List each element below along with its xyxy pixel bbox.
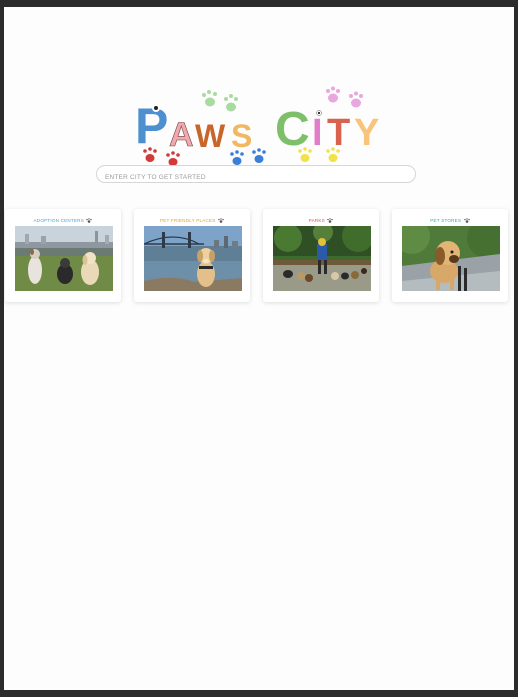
pet-stores-image: [402, 226, 500, 291]
card-title-text: PET FRIENDLY PLACES: [159, 218, 216, 223]
paw-icon: [327, 218, 334, 224]
green-paw-icon: [202, 90, 238, 112]
svg-text:I: I: [312, 112, 323, 154]
svg-text:P: P: [135, 98, 168, 154]
card-pet-stores[interactable]: PET STORES: [392, 209, 508, 302]
paws-city-logo: P A W S C I T Y: [132, 85, 392, 173]
card-title-parks: PARKS: [263, 218, 379, 224]
card-title-text: PET STORES: [430, 218, 462, 223]
adoption-centers-image: [15, 226, 113, 291]
card-title-text: ADOPTION CENTERS: [33, 218, 84, 223]
card-title-adoption-centers: ADOPTION CENTERS: [5, 218, 121, 224]
paw-icon: [218, 218, 224, 224]
card-title-text: PARKS: [308, 218, 325, 223]
card-adoption-centers[interactable]: ADOPTION CENTERS: [5, 209, 121, 302]
card-parks[interactable]: PARKS: [263, 209, 379, 302]
svg-text:T: T: [327, 112, 350, 154]
card-title-pet-friendly-places: PET FRIENDLY PLACES: [134, 218, 250, 224]
svg-text:S: S: [231, 118, 252, 154]
page-background: P A W S C I T Y ENTER CITY TO GET STARTE…: [4, 7, 514, 690]
card-pet-friendly-places[interactable]: PET FRIENDLY PLACES: [134, 209, 250, 302]
card-title-pet-stores: PET STORES: [392, 218, 508, 224]
svg-text:A: A: [169, 116, 194, 154]
svg-text:Y: Y: [354, 112, 379, 154]
paw-icon: [464, 218, 470, 224]
parks-image: [273, 226, 371, 291]
svg-text:W: W: [195, 118, 226, 154]
paw-icon: [86, 218, 93, 224]
pink-paw-icon: [326, 86, 363, 108]
city-search-input[interactable]: [97, 169, 415, 186]
city-search-box[interactable]: [96, 165, 416, 186]
pet-friendly-places-image: [144, 226, 242, 291]
